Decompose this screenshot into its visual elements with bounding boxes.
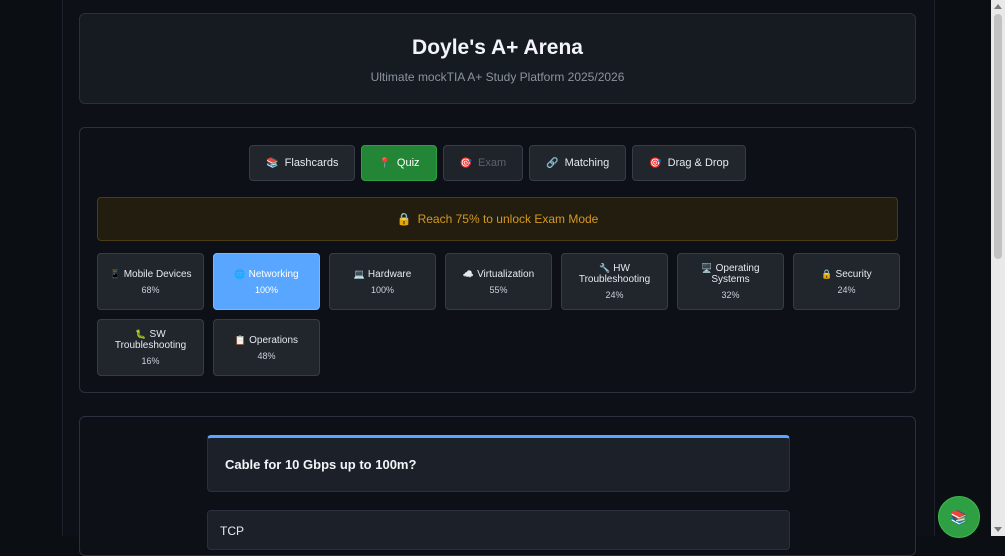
unlock-notice-text: Reach 75% to unlock Exam Mode	[417, 212, 599, 226]
topic-name: 🌐 Networking	[234, 269, 298, 280]
scroll-up-icon[interactable]	[994, 4, 1002, 9]
topic-name: 📱 Mobile Devices	[109, 269, 191, 280]
header-card: Doyle's A+ Arena Ultimate mockTIA A+ Stu…	[79, 13, 916, 104]
topic-security[interactable]: 🔒 Security 24%	[793, 253, 900, 310]
topic-name: 🖥️ Operating Systems	[684, 263, 777, 285]
topic-percent: 16%	[141, 356, 160, 366]
target-icon: 🎯	[459, 157, 472, 169]
topic-grid: 📱 Mobile Devices 68% 🌐 Networking 100% 💻 Ha…	[97, 253, 905, 376]
topic-label: SW Troubleshooting	[114, 329, 187, 351]
mode-drag-drop-button[interactable]: 🎯 Drag & Drop	[632, 145, 746, 181]
site-subtitle: Ultimate mockTIA A+ Study Platform 2025/…	[370, 70, 625, 84]
topic-name: 🔧 HW Troubleshooting	[568, 263, 661, 285]
topic-name: 🐛 SW Troubleshooting	[104, 329, 197, 351]
topic-operating-systems[interactable]: 🖥️ Operating Systems 32%	[677, 253, 784, 310]
mode-label: Quiz	[396, 157, 420, 169]
lock-icon: 🔒	[821, 268, 833, 279]
page-scrollbar[interactable]	[991, 0, 1005, 536]
bug-icon: 🐛	[135, 329, 147, 339]
topic-hw-troubleshooting[interactable]: 🔧 HW Troubleshooting 24%	[561, 253, 668, 310]
scroll-down-icon[interactable]	[994, 527, 1002, 532]
desktop-icon: 🖥️	[701, 263, 713, 273]
laptop-icon: 💻	[353, 268, 365, 279]
topic-percent: 24%	[837, 284, 856, 295]
mode-quiz-button[interactable]: 📍 Quiz	[361, 145, 437, 181]
phone-icon: 📱	[109, 268, 121, 279]
topic-name: 🔒 Security	[821, 269, 871, 280]
topic-label: Security	[835, 268, 872, 280]
mode-label: Exam	[477, 157, 507, 169]
quiz-card: Cable for 10 Gbps up to 100m? TCP	[79, 416, 916, 556]
pin-icon: 📍	[378, 157, 391, 169]
topic-percent: 55%	[489, 284, 508, 295]
topic-label: Mobile Devices	[123, 268, 192, 280]
wrench-icon: 🔧	[599, 263, 611, 273]
topic-percent: 68%	[141, 284, 160, 295]
topic-hardware[interactable]: 💻 Hardware 100%	[329, 253, 436, 310]
study-panel: 📚 Flashcards 📍 Quiz 🎯 Exam 🔗 Matching 🎯 …	[79, 127, 916, 393]
topic-name: 💻 Hardware	[354, 269, 412, 280]
topic-sw-troubleshooting[interactable]: 🐛 SW Troubleshooting 16%	[97, 319, 204, 376]
topic-label: Operations	[249, 334, 299, 346]
link-icon: 🔗	[546, 157, 559, 169]
topic-label: Networking	[248, 268, 299, 280]
exam-unlock-notice: 🔒 Reach 75% to unlock Exam Mode	[97, 197, 898, 241]
site-title: Doyle's A+ Arena	[412, 36, 583, 59]
mode-label: Flashcards	[284, 157, 339, 169]
topic-percent: 32%	[721, 290, 740, 300]
answer-option[interactable]: TCP	[207, 510, 790, 550]
topic-percent: 24%	[605, 290, 624, 300]
topic-name: 📋 Operations	[235, 335, 298, 346]
clipboard-icon: 📋	[234, 334, 247, 345]
scrollbar-thumb[interactable]	[994, 14, 1002, 259]
lock-icon: 🔒	[396, 212, 412, 226]
mode-label: Matching	[564, 157, 610, 169]
mode-matching-button[interactable]: 🔗 Matching	[529, 145, 627, 181]
globe-icon: 🌐	[234, 268, 246, 279]
question-text: Cable for 10 Gbps up to 100m?	[207, 435, 790, 492]
cloud-icon: ☁️	[462, 268, 475, 279]
topic-label: HW Troubleshooting	[578, 263, 651, 285]
topic-mobile-devices[interactable]: 📱 Mobile Devices 68%	[97, 253, 204, 310]
topic-networking[interactable]: 🌐 Networking 100%	[213, 253, 320, 310]
mode-exam-button[interactable]: 🎯 Exam	[442, 145, 524, 181]
topic-percent: 100%	[254, 284, 279, 295]
topic-percent: 48%	[257, 350, 276, 361]
target-icon: 🎯	[649, 157, 662, 169]
topic-percent: 100%	[370, 284, 395, 295]
topic-operations[interactable]: 📋 Operations 48%	[213, 319, 320, 376]
topic-name: ☁️ Virtualization	[463, 269, 534, 280]
mode-tabs: 📚 Flashcards 📍 Quiz 🎯 Exam 🔗 Matching 🎯 …	[80, 145, 915, 181]
topic-label: Hardware	[367, 268, 412, 280]
topic-virtualization[interactable]: ☁️ Virtualization 55%	[445, 253, 552, 310]
topic-label: Operating Systems	[711, 263, 760, 285]
mode-label: Drag & Drop	[667, 157, 729, 169]
topic-label: Virtualization	[477, 268, 535, 280]
cards-icon: 📚	[266, 157, 279, 169]
floating-flashcards-button[interactable]: 📚	[938, 496, 980, 538]
books-icon: 📚	[950, 508, 968, 525]
mode-flashcards-button[interactable]: 📚 Flashcards	[249, 145, 356, 181]
